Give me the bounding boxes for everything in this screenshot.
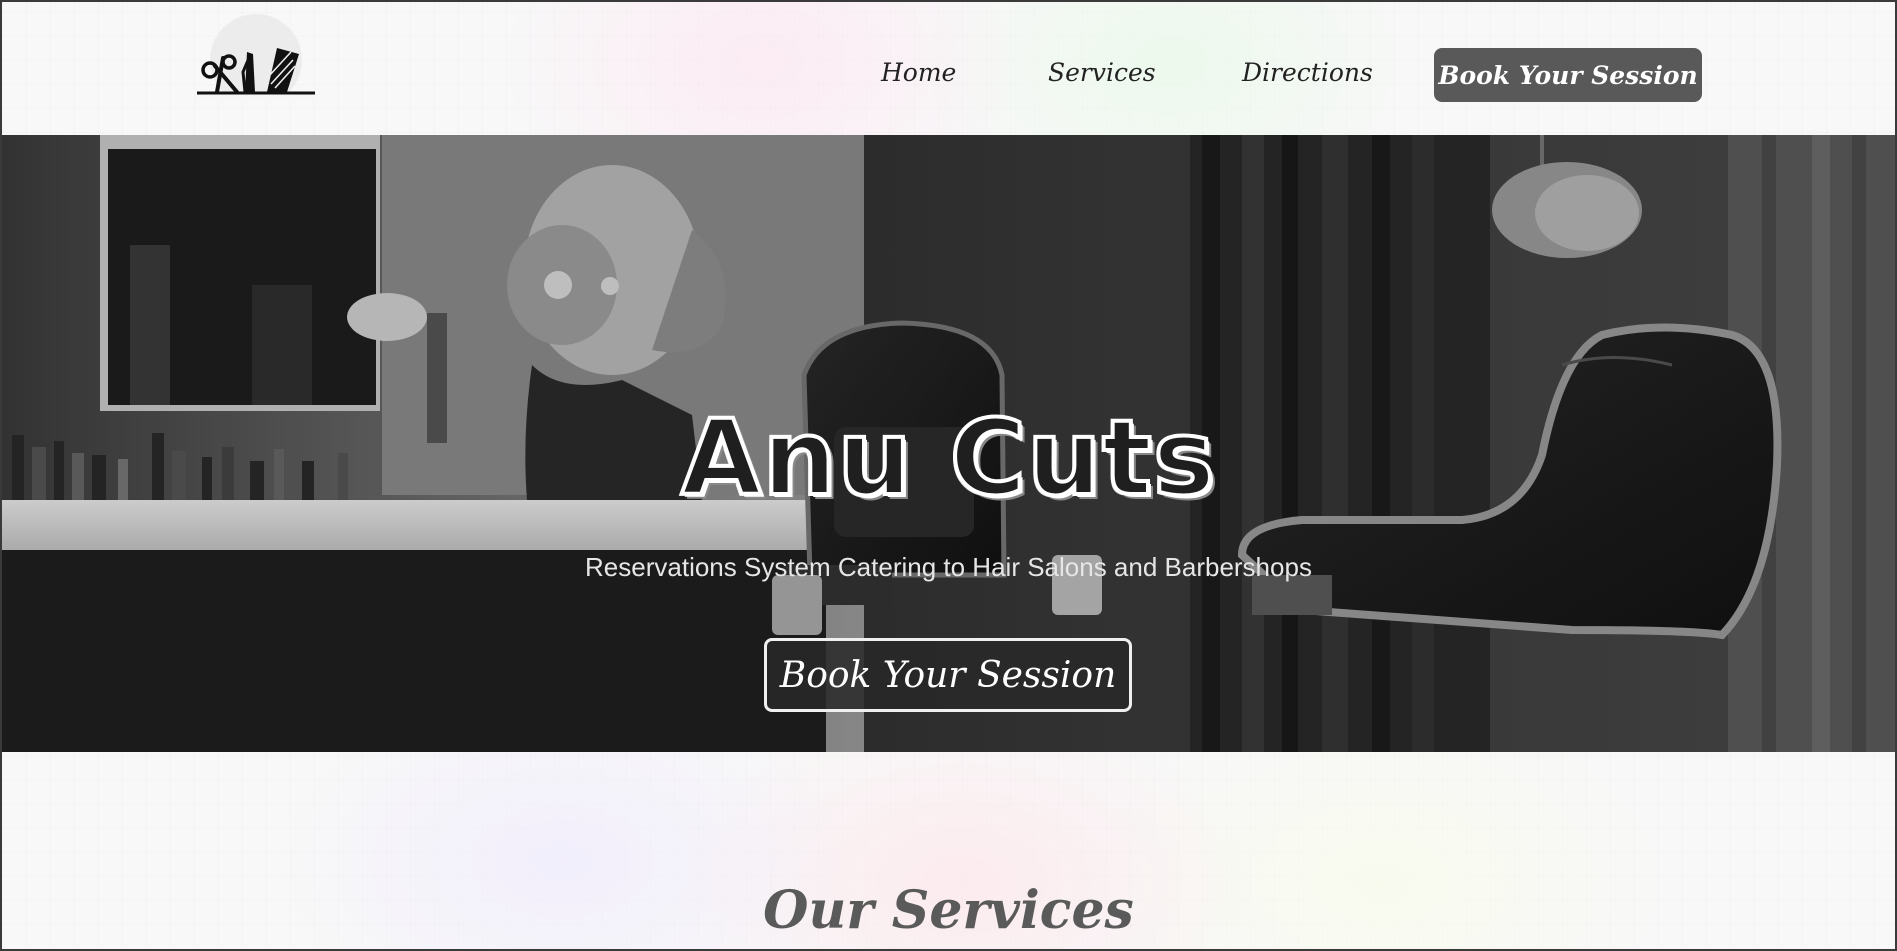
nav-directions-link[interactable]: Directions	[1242, 58, 1373, 87]
main-nav: Home Services Directions Book Your Sessi…	[2, 48, 1895, 104]
nav-services-link[interactable]: Services	[1048, 58, 1156, 87]
services-heading: Our Services	[763, 880, 1134, 941]
nav-home-link[interactable]: Home	[881, 58, 956, 87]
hero-subtitle: Reservations System Catering to Hair Sal…	[585, 552, 1312, 582]
nav-book-session-button[interactable]: Book Your Session	[1434, 48, 1702, 102]
hero-book-session-button[interactable]: Book Your Session	[764, 638, 1132, 712]
site-header: Home Services Directions Book Your Sessi…	[2, 2, 1895, 134]
hero-banner: Anu Cuts Reservations System Catering to…	[2, 135, 1895, 752]
hero-title: Anu Cuts	[679, 395, 1217, 521]
